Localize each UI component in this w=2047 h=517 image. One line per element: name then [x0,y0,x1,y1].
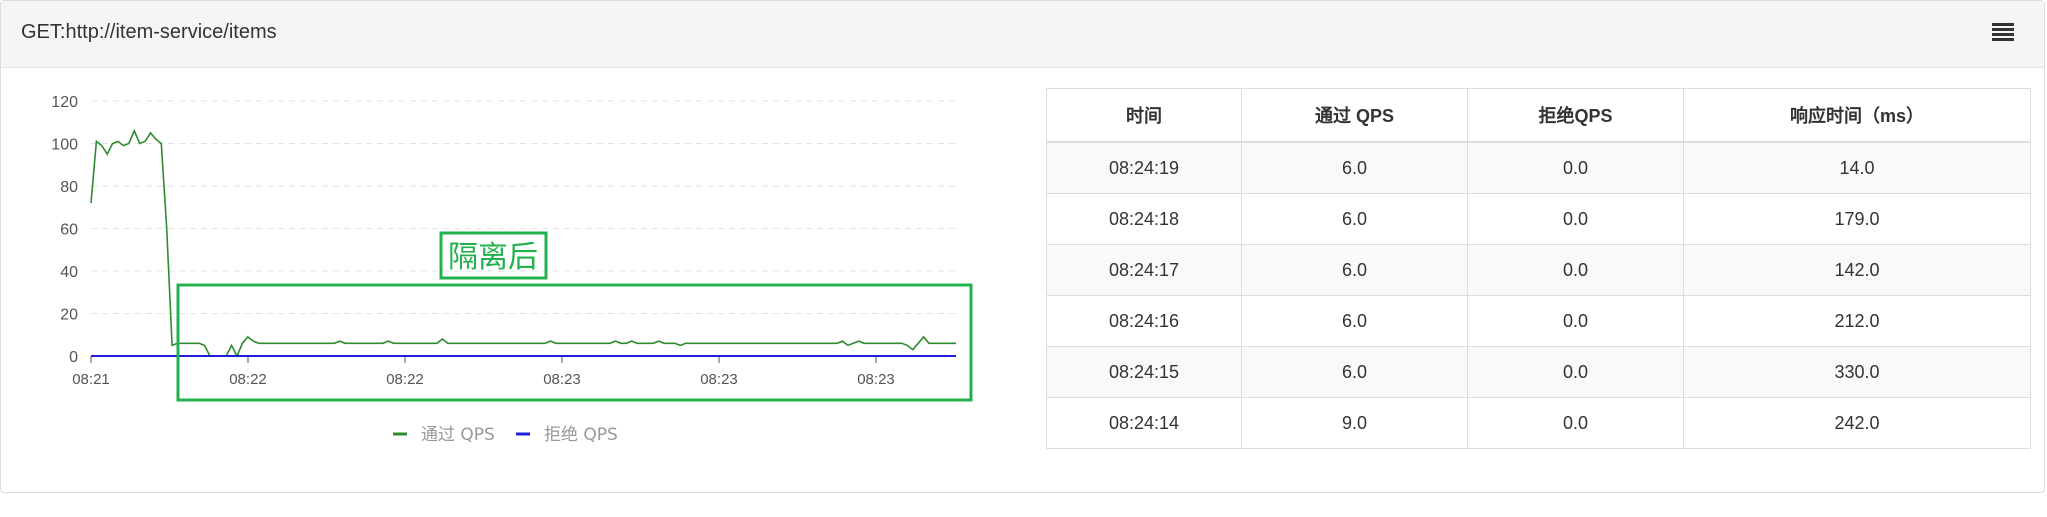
qps-chart-svg: 0 20 40 60 80 100 120 08:21 08:22 08:22 08:23 08:2… [51,94,973,445]
y-tick-label: 60 [60,222,78,239]
cell-pass-qps: 6.0 [1241,346,1468,398]
panel-header: GET:http://item-service/items [1,1,2044,68]
y-tick-label: 20 [60,307,78,324]
cell-block-qps: 0.0 [1467,295,1684,347]
x-tick-label: 08:22 [386,371,424,388]
cell-response-time: 330.0 [1683,346,2031,398]
cell-pass-qps: 6.0 [1241,244,1468,296]
cell-block-qps: 0.0 [1467,141,1684,194]
table-row: 08:24:18 6.0 0.0 179.0 [1046,193,2031,245]
cell-time: 08:24:18 [1046,193,1242,245]
y-tick-label: 0 [69,349,78,366]
header-response-time: 响应时间（ms） [1683,88,2031,143]
cell-block-qps: 0.0 [1467,244,1684,296]
cell-response-time: 179.0 [1683,193,2031,245]
table-row: 08:24:17 6.0 0.0 142.0 [1046,244,2031,296]
panel-title: GET:http://item-service/items [21,21,277,43]
header-block-qps: 拒绝QPS [1467,88,1684,143]
header-pass-qps: 通过 QPS [1241,88,1468,143]
cell-pass-qps: 6.0 [1241,193,1468,245]
cell-time: 08:24:16 [1046,295,1242,347]
cell-time: 08:24:15 [1046,346,1242,398]
qps-chart: 0 20 40 60 80 100 120 08:21 08:22 08:22 08:23 08:2… [1,68,1021,468]
x-tick-label: 08:22 [229,371,267,388]
x-tick-label: 08:21 [72,371,110,388]
qps-table: 时间 通过 QPS 拒绝QPS 响应时间（ms） 08:24:19 6.0 0.0 1… [1046,88,2031,449]
qps-table-container: 时间 通过 QPS 拒绝QPS 响应时间（ms） 08:24:19 6.0 0.0 1… [1046,88,2031,449]
cell-pass-qps: 9.0 [1241,397,1468,449]
table-row: 08:24:19 6.0 0.0 14.0 [1046,141,2031,194]
monitor-panel: GET:http://item-service/items 0 20 40 60 80 1… [0,0,2045,493]
cell-response-time: 142.0 [1683,244,2031,296]
cell-block-qps: 0.0 [1467,193,1684,245]
table-header-row: 时间 通过 QPS 拒绝QPS 响应时间（ms） [1046,88,2031,143]
cell-block-qps: 0.0 [1467,397,1684,449]
cell-response-time: 14.0 [1683,141,2031,194]
y-tick-label: 40 [60,264,78,281]
legend-label[interactable]: 拒绝 QPS [544,425,618,445]
cell-time: 08:24:17 [1046,244,1242,296]
cell-pass-qps: 6.0 [1241,295,1468,347]
x-tick-label: 08:23 [700,371,738,388]
cell-time: 08:24:14 [1046,397,1242,449]
y-tick-label: 100 [51,137,78,154]
cell-response-time: 212.0 [1683,295,2031,347]
table-row: 08:24:16 6.0 0.0 212.0 [1046,295,2031,347]
x-tick-label: 08:23 [543,371,581,388]
cell-pass-qps: 6.0 [1241,141,1468,194]
cell-time: 08:24:19 [1046,141,1242,194]
cell-block-qps: 0.0 [1467,346,1684,398]
header-time: 时间 [1046,88,1242,143]
x-tick-label: 08:23 [857,371,895,388]
annotation-label: 隔离后 [448,240,538,275]
table-row: 08:24:14 9.0 0.0 242.0 [1046,397,2031,449]
y-tick-label: 80 [60,179,78,196]
table-row: 08:24:15 6.0 0.0 330.0 [1046,346,2031,398]
cell-response-time: 242.0 [1683,397,2031,449]
legend-label[interactable]: 通过 QPS [421,425,495,445]
y-tick-label: 120 [51,94,78,111]
hamburger-menu-icon[interactable] [1992,23,2014,43]
